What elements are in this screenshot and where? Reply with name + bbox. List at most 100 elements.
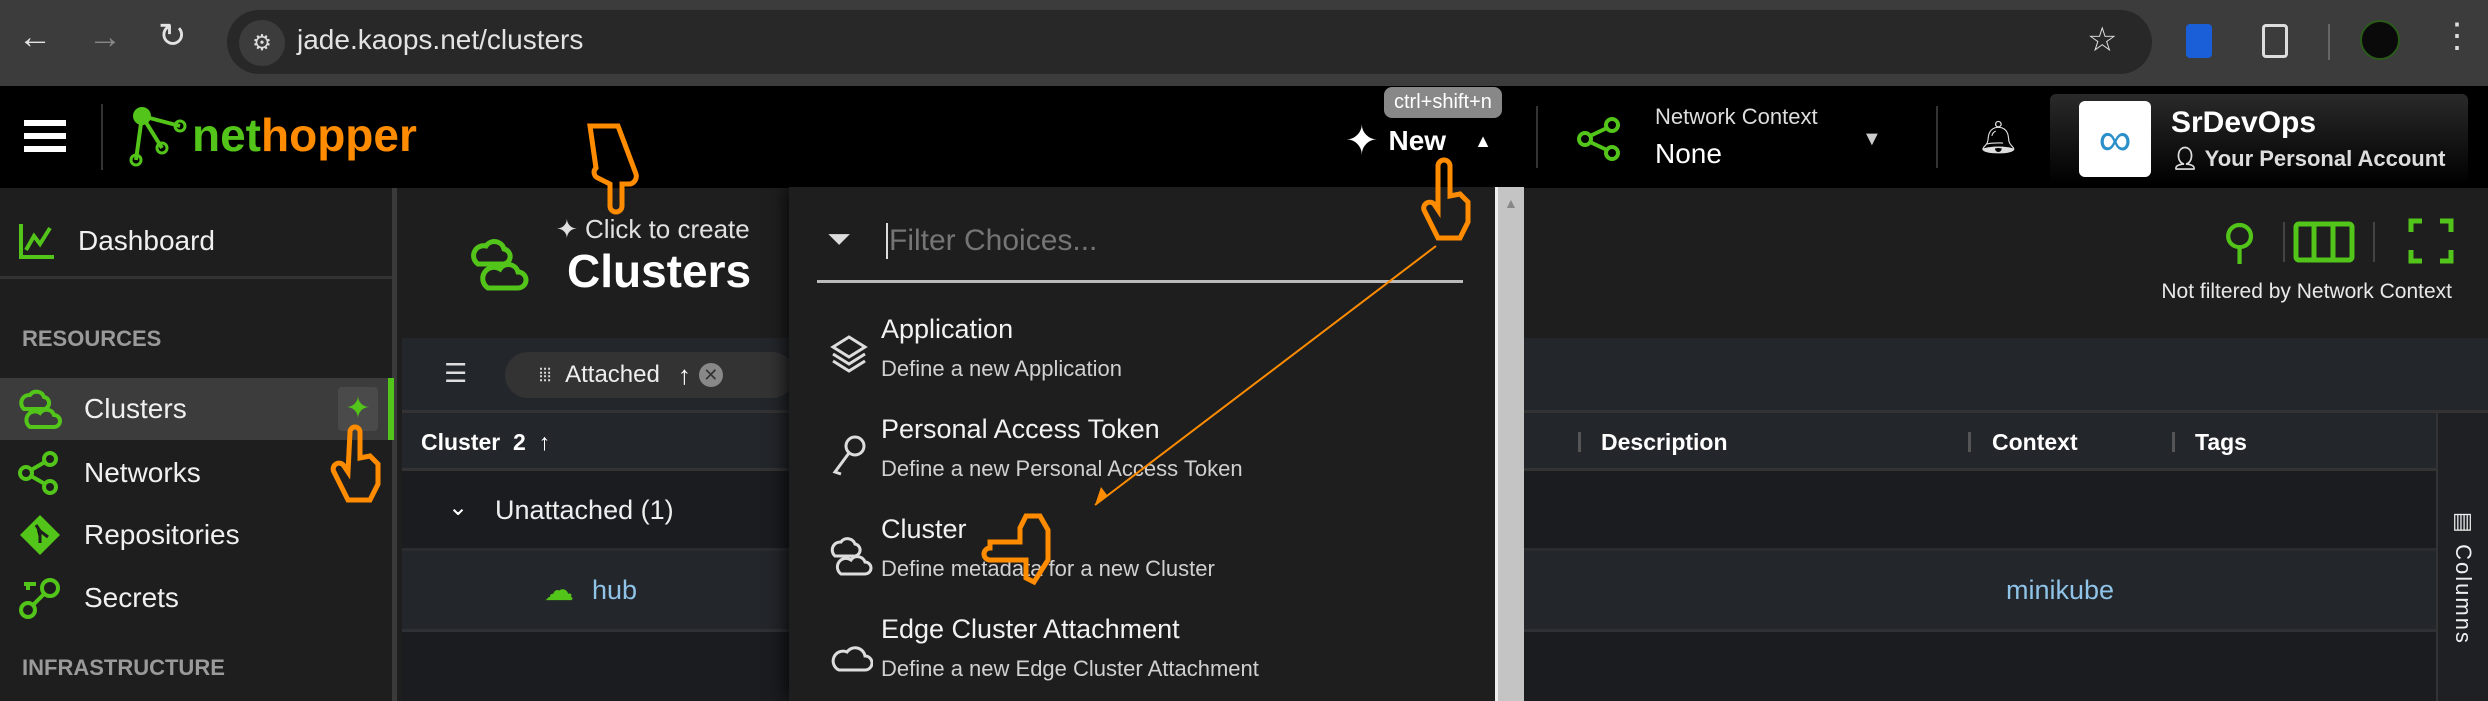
- sidebar-item-label: Clusters: [84, 393, 187, 424]
- menu-item-title: Application: [881, 314, 1014, 344]
- columns-icon: ▥: [2451, 509, 2476, 545]
- page-title: Clusters: [567, 245, 752, 297]
- input-underline: [817, 280, 1463, 283]
- cluster-name-link[interactable]: hub: [592, 575, 637, 606]
- chevron-down-icon[interactable]: ⌄: [448, 493, 468, 522]
- filter-list-icon: ⏷: [827, 223, 851, 256]
- sort-up-icon[interactable]: ↑: [678, 360, 691, 391]
- sidebar-item-secrets[interactable]: Secrets: [0, 567, 392, 629]
- new-resource-menu: ⏷ Application Define a new Application P…: [789, 187, 1495, 701]
- cloud-icon: [831, 646, 873, 672]
- column-header-context[interactable]: Context: [1992, 429, 2078, 456]
- divider: [101, 104, 103, 170]
- column-chooser-icon[interactable]: [2282, 218, 2386, 266]
- section-header-resources: RESOURCES: [22, 326, 162, 351]
- menu-item-personal-access-token[interactable]: Personal Access Token Define a new Perso…: [789, 402, 1495, 492]
- address-bar[interactable]: ⚙ jade.kaops.net/clusters ☆: [227, 10, 2152, 74]
- columns-panel-tab[interactable]: ▥ Columns: [2450, 509, 2476, 645]
- logo-text-net: net: [192, 109, 261, 161]
- menu-item-desc: Define a new Application: [881, 356, 1122, 381]
- nethopper-logo-icon: [129, 107, 187, 167]
- menu-item-desc: Define metadata for a new Cluster: [881, 556, 1215, 581]
- hamburger-menu-icon[interactable]: [24, 120, 66, 152]
- account-sub: 👤︎ Your Personal Account: [2171, 146, 2445, 172]
- user-icon: 👤︎: [2171, 146, 2205, 171]
- menu-item-edge-cluster-attachment[interactable]: Edge Cluster Attachment Define a new Edg…: [789, 602, 1495, 692]
- columns-side-panel[interactable]: ▥ Columns: [2436, 413, 2488, 701]
- menu-item-cluster[interactable]: Cluster Define metadata for a new Cluste…: [789, 502, 1495, 592]
- column-label: Cluster: [421, 429, 501, 455]
- remove-chip-icon[interactable]: ✕: [698, 363, 723, 387]
- menu-scrollbar[interactable]: ▲: [1495, 187, 1524, 701]
- sparkle-icon: ✦: [345, 392, 371, 425]
- filter-status: Not filtered by Network Context: [2161, 280, 2452, 303]
- column-header-description[interactable]: Description: [1601, 429, 1728, 456]
- account-button[interactable]: ∞ SrDevOps 👤︎ Your Personal Account: [2050, 94, 2468, 184]
- clusters-cloud-icon: [471, 239, 529, 291]
- tree-list-icon[interactable]: ☰: [444, 358, 467, 389]
- sort-up-icon: ↑: [538, 429, 551, 455]
- sidebar-item-networks[interactable]: Networks: [0, 442, 392, 504]
- sidebar-item-label: Dashboard: [78, 224, 215, 256]
- app-header: nethopper ctrl+shift+n ✦ New ▲ Network C…: [0, 86, 2488, 188]
- cloud-offline-icon: ☁︎: [544, 574, 574, 607]
- browser-toolbar: ← → ↻ ⚙ jade.kaops.net/clusters ☆ ⋮: [0, 0, 2488, 86]
- filter-choices-input[interactable]: [889, 217, 1449, 265]
- column-header-cluster[interactable]: Cluster 2 ↑: [421, 429, 550, 456]
- caret-down-icon[interactable]: ▼: [1862, 128, 1882, 151]
- network-share-icon: [18, 451, 58, 495]
- column-header-tags[interactable]: Tags: [2195, 429, 2247, 456]
- columns-panel-label: Columns: [2451, 544, 2476, 645]
- sidebar-item-dashboard[interactable]: Dashboard: [0, 205, 392, 279]
- forward-icon[interactable]: →: [88, 18, 122, 57]
- extensions-icon[interactable]: [2262, 24, 2288, 58]
- column-resize-handle[interactable]: [1968, 432, 1971, 452]
- search-icon[interactable]: ⚲: [2222, 214, 2257, 270]
- sidebar-create-cluster-button[interactable]: ✦: [338, 387, 378, 431]
- sparkle-icon: ✦: [556, 214, 586, 244]
- bookmark-star-icon[interactable]: ☆: [2087, 20, 2117, 60]
- caret-up-icon: ▲: [1474, 130, 1492, 151]
- menu-item-application[interactable]: Application Define a new Application: [789, 302, 1495, 392]
- active-indicator: [388, 378, 394, 440]
- clusters-cloud-icon: [830, 537, 873, 576]
- create-hint-text: Click to create: [585, 214, 750, 244]
- clusters-cloud-icon: [19, 389, 62, 429]
- key-icon: [832, 435, 866, 476]
- cluster-context: minikube: [2006, 575, 2115, 605]
- sidebar-item-label: Repositories: [84, 519, 240, 550]
- nethopper-logo[interactable]: nethopper: [192, 108, 417, 162]
- section-header-infrastructure: INFRASTRUCTURE: [22, 655, 225, 680]
- group-chip-attached[interactable]: ⦙⦙⦙ Attached ↑ ✕: [505, 352, 795, 398]
- sidebar-item-repositories[interactable]: Repositories: [0, 504, 392, 566]
- shortcut-tooltip: ctrl+shift+n: [1384, 87, 1502, 118]
- layers-icon: [830, 335, 868, 373]
- bell-icon[interactable]: 🔔︎: [1978, 118, 2019, 156]
- logo-text-hopper: hopper: [261, 109, 417, 161]
- new-button[interactable]: ✦ New ▲: [1345, 116, 1492, 166]
- sidebar: Dashboard RESOURCES Clusters ✦ Networks …: [0, 188, 397, 701]
- divider: [1936, 106, 1938, 168]
- column-resize-handle[interactable]: [1578, 432, 1581, 452]
- account-name: SrDevOps: [2171, 106, 2317, 139]
- profile-avatar[interactable]: [2360, 20, 2400, 60]
- click-to-create-link[interactable]: ✦ Click to create: [556, 214, 750, 245]
- back-icon[interactable]: ←: [18, 18, 52, 57]
- browser-menu-icon[interactable]: ⋮: [2440, 16, 2474, 56]
- password-manager-icon[interactable]: [2186, 24, 2212, 58]
- fullscreen-icon[interactable]: [2408, 218, 2454, 264]
- drag-handle-icon[interactable]: ⦙⦙⦙: [539, 365, 551, 386]
- reload-icon[interactable]: ↻: [158, 16, 187, 56]
- column-resize-handle[interactable]: [2172, 432, 2175, 452]
- menu-item-title: Edge Cluster Attachment: [881, 614, 1180, 644]
- chart-line-icon: [19, 223, 54, 259]
- chip-label: Attached: [565, 361, 660, 388]
- sidebar-item-label: Networks: [84, 457, 201, 488]
- site-info-icon[interactable]: ⚙: [239, 20, 285, 66]
- scroll-up-icon[interactable]: ▲: [1504, 195, 1518, 211]
- network-context-select[interactable]: None: [1655, 138, 1722, 170]
- sort-index: 2: [513, 429, 526, 455]
- group-label: Unattached (1): [495, 495, 674, 525]
- sidebar-item-clusters[interactable]: Clusters: [0, 378, 392, 440]
- menu-item-desc: Define a new Personal Access Token: [881, 456, 1243, 481]
